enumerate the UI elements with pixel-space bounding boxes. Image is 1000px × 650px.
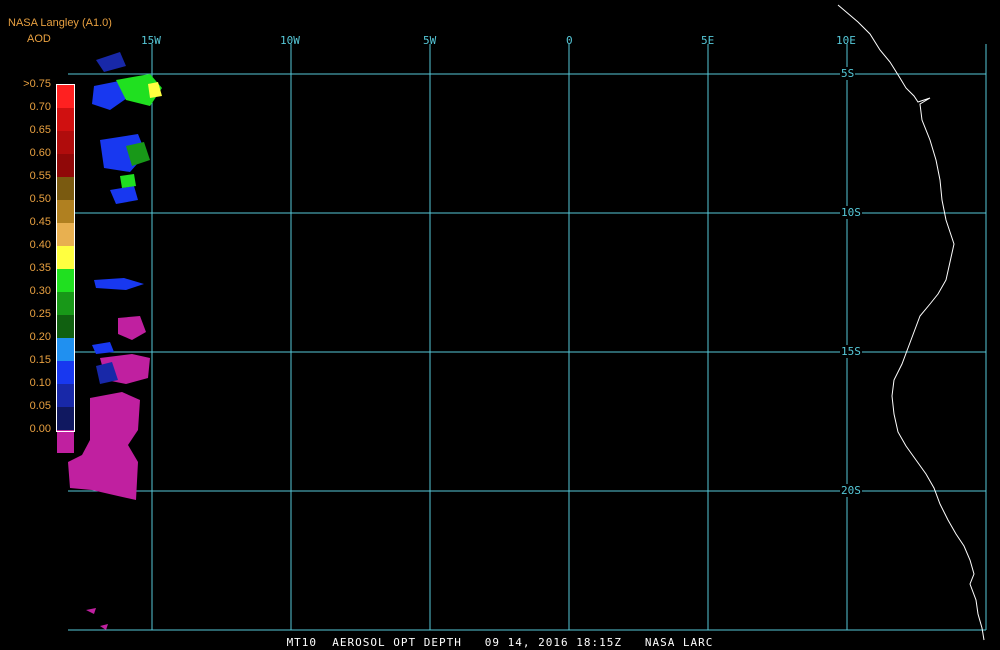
- longitude-label: 10W: [280, 34, 300, 47]
- colorbar-level-label: 0.60: [29, 147, 51, 159]
- aod-patch-low: [118, 316, 146, 340]
- aod-patch-low: [86, 608, 96, 614]
- aod-retrieval-pixels: [68, 52, 162, 630]
- colorbar-level-label: 0.25: [29, 308, 51, 320]
- product-title: NASA Langley (A1.0): [8, 17, 112, 29]
- longitude-label: 10E: [836, 34, 856, 47]
- latitude-label: 10S: [840, 206, 862, 219]
- colorbar-swatch: [57, 430, 74, 453]
- colorbar-level-label: 0.65: [29, 124, 51, 136]
- latitude-label: 15S: [840, 345, 862, 358]
- colorbar-level-label: 0.50: [29, 193, 51, 205]
- aod-patch-high: [120, 174, 136, 188]
- aod-patch-low: [100, 624, 108, 630]
- aod-patch-mid: [96, 52, 126, 72]
- longitude-label: 15W: [141, 34, 161, 47]
- colorbar-frame: [56, 84, 75, 432]
- colorbar-level-label: 0.00: [29, 423, 51, 435]
- colorbar-level-label: >0.75: [23, 78, 51, 90]
- colorbar-level-label: 0.40: [29, 239, 51, 251]
- colorbar-level-label: 0.45: [29, 216, 51, 228]
- longitude-label: 5W: [423, 34, 437, 47]
- variable-name: AOD: [27, 33, 51, 45]
- aod-patch-high: [148, 82, 162, 98]
- coastline: [837, 4, 985, 641]
- aod-patch-low: [68, 392, 140, 500]
- footer-caption: MT10 AEROSOL OPT DEPTH 09 14, 2016 18:15…: [286, 636, 714, 649]
- aod-patch-mid: [110, 186, 138, 204]
- colorbar-level-label: 0.20: [29, 331, 51, 343]
- latitude-label: 20S: [840, 484, 862, 497]
- aod-map: [68, 4, 987, 641]
- colorbar-level-label: 0.05: [29, 400, 51, 412]
- colorbar-level-label: 0.35: [29, 262, 51, 274]
- longitude-label: 5E: [701, 34, 715, 47]
- colorbar-level-label: 0.15: [29, 354, 51, 366]
- longitude-label: 0: [566, 34, 573, 47]
- lat-lon-gridlines: [68, 44, 987, 631]
- colorbar-level-label: 0.70: [29, 101, 51, 113]
- aod-patch-mid: [94, 278, 144, 290]
- colorbar-level-label: 0.10: [29, 377, 51, 389]
- colorbar-level-label: 0.30: [29, 285, 51, 297]
- latitude-label: 5S: [840, 67, 856, 80]
- aod-patch-mid: [92, 342, 114, 354]
- colorbar-level-label: 0.55: [29, 170, 51, 182]
